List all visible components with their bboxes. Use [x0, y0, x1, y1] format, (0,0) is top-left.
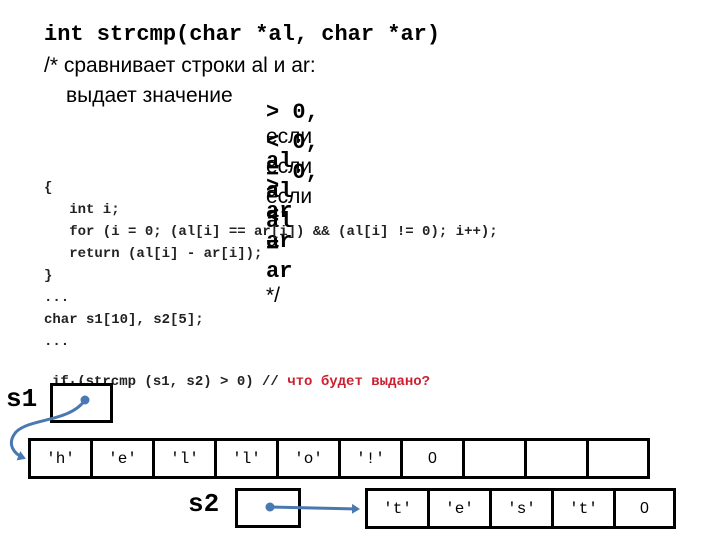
pointer-arrows [10, 395, 360, 514]
s1-pointer-curve [10, 399, 87, 461]
s1-pointer-arrow [10, 395, 90, 461]
s2-pointer-line [269, 503, 360, 514]
s2-pointer-arrow [265, 502, 360, 514]
